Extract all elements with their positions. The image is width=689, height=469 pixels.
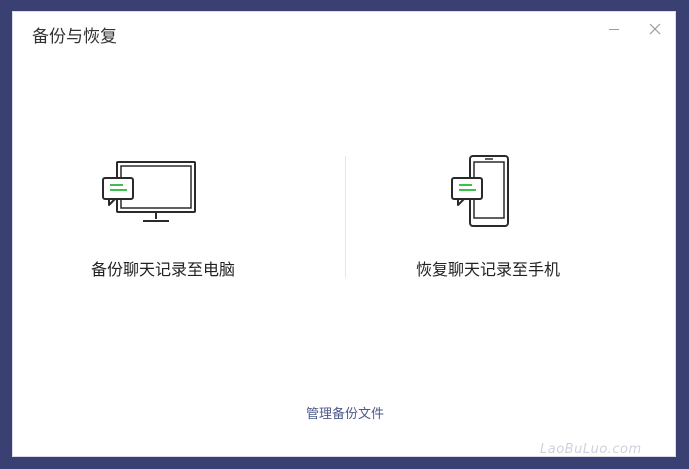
desktop-background: 备份与恢复 备份聊天记录至电脑 恢复聊天记录至手机 管理备份文件 LaoBuLu… <box>0 0 689 469</box>
backup-restore-window: 备份与恢复 备份聊天记录至电脑 恢复聊天记录至手机 管理备份文件 LaoBuLu… <box>12 11 676 457</box>
options-divider <box>345 156 346 278</box>
window-title: 备份与恢复 <box>32 27 117 47</box>
close-button[interactable] <box>642 18 668 40</box>
manage-backup-files-link[interactable]: 管理备份文件 <box>13 403 677 422</box>
phone-chat-icon <box>451 155 509 227</box>
restore-to-phone-option[interactable]: 恢复聊天记录至手机 <box>348 152 628 292</box>
restore-to-phone-label: 恢复聊天记录至手机 <box>415 260 560 279</box>
monitor-chat-icon <box>102 161 196 222</box>
backup-to-pc-label: 备份聊天记录至电脑 <box>90 260 235 279</box>
watermark-text: LaoBuLuo.com <box>540 442 642 457</box>
minimize-icon <box>609 29 619 30</box>
minimize-button[interactable] <box>601 18 627 40</box>
close-icon <box>649 23 661 35</box>
backup-to-pc-option[interactable]: 备份聊天记录至电脑 <box>23 152 303 292</box>
